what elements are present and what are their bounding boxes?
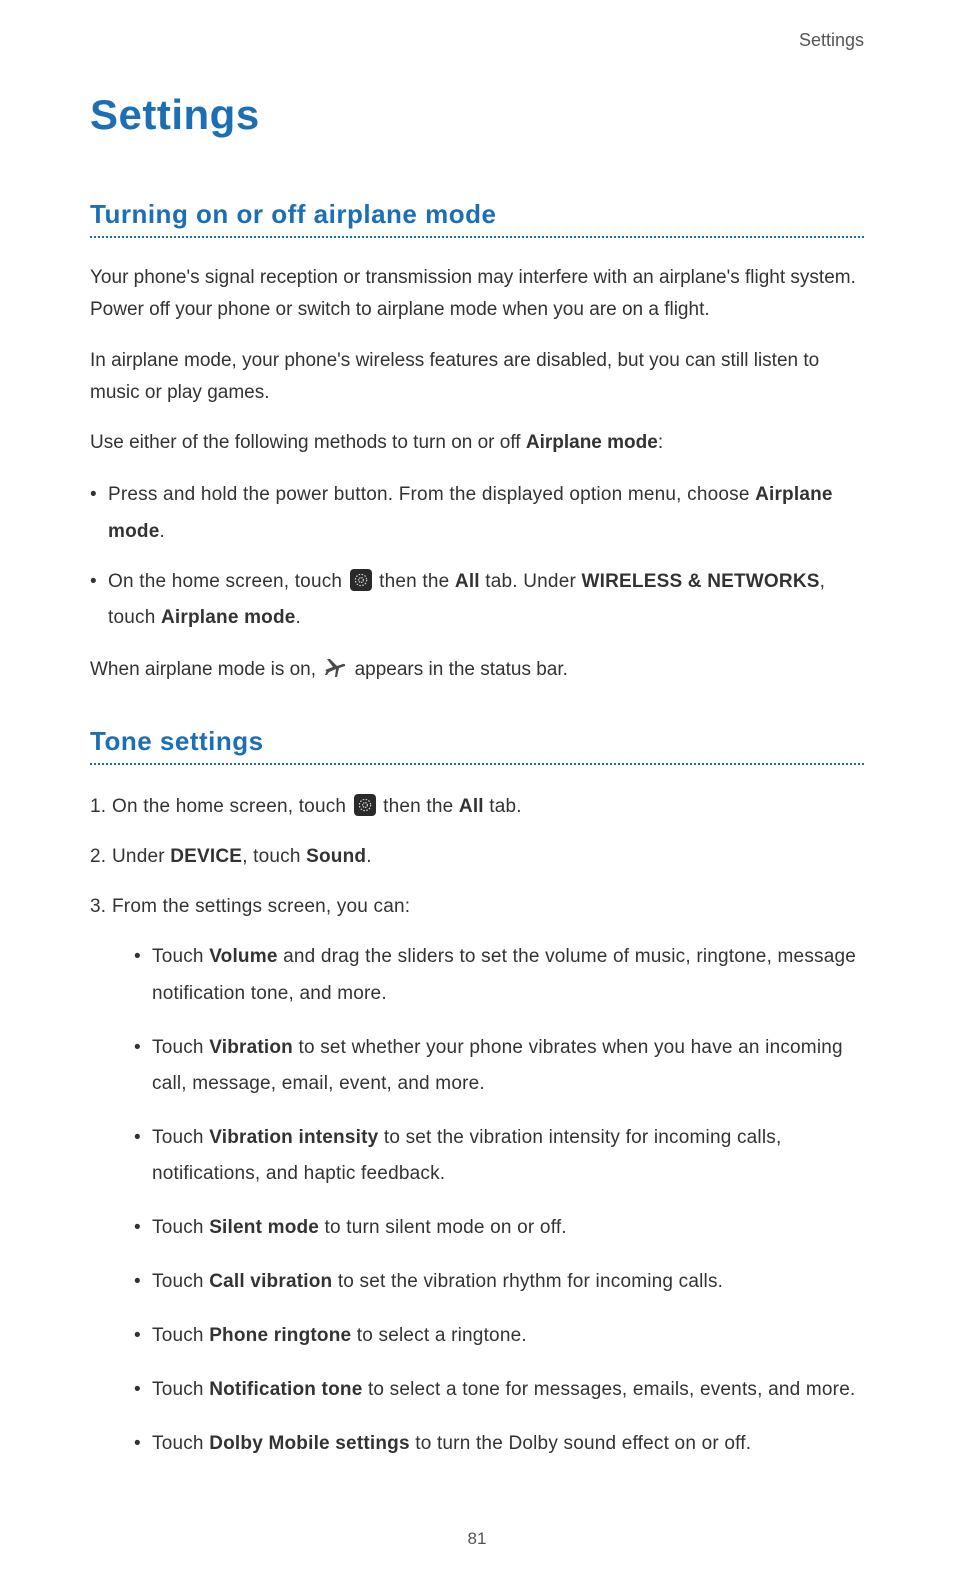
paragraph: Use either of the following methods to t… [90,427,864,459]
list-item: Touch Phone ringtone to select a rington… [134,1318,864,1354]
page-number: 81 [0,1529,954,1549]
section-heading-tone: Tone settings [90,726,864,757]
text: On the home screen, touch [108,571,348,592]
bold-text: DEVICE [170,846,242,867]
airplane-icon [323,656,347,680]
bold-text: Sound [306,846,366,867]
text: . [366,846,371,867]
paragraph: Your phone's signal reception or transmi… [90,262,864,327]
text: . [296,607,301,628]
text: then the [374,571,455,592]
bullet-list: Press and hold the power button. From th… [90,477,864,635]
settings-icon [354,794,376,816]
text: , touch [242,846,306,867]
text: to select a tone for messages, emails, e… [362,1379,855,1400]
bold-text: All [455,571,480,592]
text: Touch [152,946,209,967]
list-item: Touch Call vibration to set the vibratio… [134,1264,864,1300]
list-item: Press and hold the power button. From th… [90,477,864,549]
text: Touch [152,1127,209,1148]
text: When airplane mode is on, [90,659,321,680]
text: Press and hold the power button. From th… [108,484,755,505]
paragraph: In airplane mode, your phone's wireless … [90,345,864,410]
text: Touch [152,1217,209,1238]
list-item: Touch Vibration intensity to set the vib… [134,1120,864,1192]
text: : [658,432,663,453]
bold-text: Dolby Mobile settings [209,1433,410,1454]
bold-text: Phone ringtone [209,1325,351,1346]
section-divider [90,763,864,765]
text: . [159,521,164,542]
bold-text: Notification tone [209,1379,362,1400]
paragraph: When airplane mode is on, appears in the… [90,654,864,686]
list-item: Touch Volume and drag the sliders to set… [134,939,864,1011]
list-number: 2. [90,839,106,875]
numbered-list: 1. On the home screen, touch then the Al… [90,789,864,1462]
text: then the [378,796,459,817]
text: Touch [152,1037,209,1058]
list-item: Touch Silent mode to turn silent mode on… [134,1210,864,1246]
bold-text: Vibration [209,1037,293,1058]
list-item: 1. On the home screen, touch then the Al… [90,789,864,825]
page: Settings Settings Turning on or off airp… [0,0,954,1577]
list-item: Touch Notification tone to select a tone… [134,1372,864,1408]
bold-text: Vibration intensity [209,1127,378,1148]
bold-text: Airplane mode [526,432,658,453]
text: Touch [152,1433,209,1454]
list-item: 2. Under DEVICE, touch Sound. [90,839,864,875]
bold-text: Silent mode [209,1217,319,1238]
list-number: 1. [90,789,106,825]
text: to select a ringtone. [351,1325,527,1346]
bold-text: Volume [209,946,277,967]
text: tab. [484,796,522,817]
text: On the home screen, touch [112,796,352,817]
list-item: Touch Vibration to set whether your phon… [134,1030,864,1102]
text: Under [112,846,170,867]
page-title: Settings [90,91,864,139]
text: appears in the status bar. [349,659,568,680]
list-item: Touch Dolby Mobile settings to turn the … [134,1426,864,1462]
text: tab. Under [480,571,582,592]
text: Touch [152,1379,209,1400]
text: to turn silent mode on or off. [319,1217,567,1238]
bold-text: All [459,796,484,817]
bold-text: WIRELESS & NETWORKS [581,571,819,592]
settings-icon [350,569,372,591]
text: Touch [152,1271,209,1292]
list-item: 3. From the settings screen, you can: To… [90,889,864,1462]
bold-text: Call vibration [209,1271,332,1292]
text: Touch [152,1325,209,1346]
text: to turn the Dolby sound effect on or off… [410,1433,751,1454]
text: Use either of the following methods to t… [90,432,526,453]
list-number: 3. [90,889,106,925]
sub-bullet-list: Touch Volume and drag the sliders to set… [112,939,864,1462]
section-heading-airplane: Turning on or off airplane mode [90,199,864,230]
text: to set the vibration rhythm for incoming… [332,1271,723,1292]
bold-text: Airplane mode [161,607,296,628]
section-divider [90,236,864,238]
header-running-title: Settings [90,30,864,51]
list-item: On the home screen, touch then the All t… [90,564,864,636]
text: From the settings screen, you can: [112,896,410,917]
